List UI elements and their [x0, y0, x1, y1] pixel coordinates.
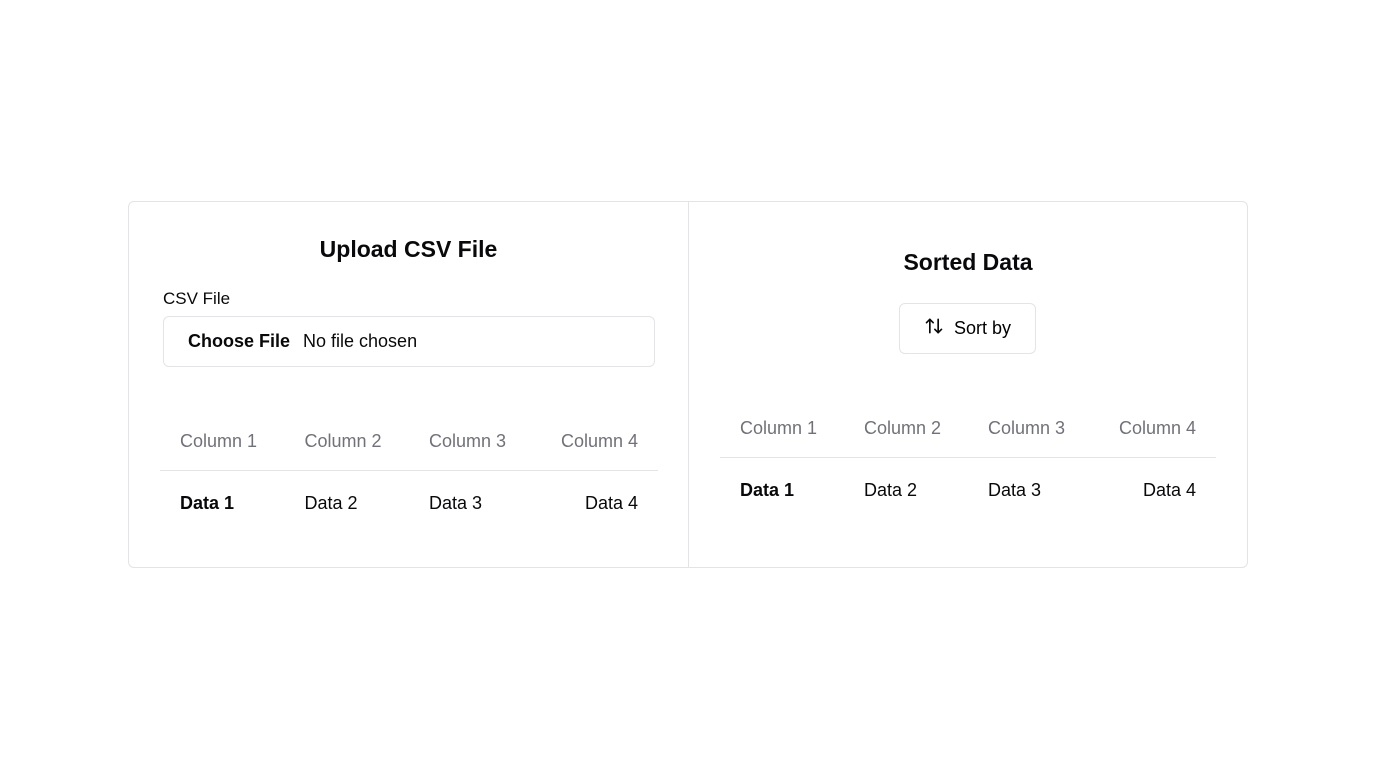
column-header: Column 4: [1092, 400, 1216, 458]
choose-file-button[interactable]: Choose File: [188, 331, 290, 352]
sort-by-label: Sort by: [953, 318, 1012, 338]
file-status-text: No file chosen: [303, 331, 418, 351]
main-card: Upload CSV File CSV File Choose File No …: [128, 201, 1248, 568]
csv-file-input[interactable]: Choose File No file chosen: [163, 316, 655, 367]
sort-by-button[interactable]: Sort by: [899, 303, 1036, 354]
table-cell: Data 1: [180, 493, 235, 514]
upload-title: Upload CSV File: [319, 236, 498, 262]
column-header: Column 3: [409, 413, 534, 471]
upload-table: Column 1 Column 2 Column 3 Column 4 Data…: [160, 413, 658, 537]
table-cell: Data 1: [740, 480, 795, 501]
column-header: Column 1: [720, 400, 844, 458]
csv-file-label: CSV File: [163, 289, 231, 308]
column-header: Column 2: [284, 413, 409, 471]
table-cell: Data 2: [304, 493, 358, 514]
arrow-up-down-icon: [924, 316, 944, 341]
table-cell: Data 4: [584, 493, 638, 514]
table-header-row: Column 1 Column 2 Column 3 Column 4: [160, 413, 658, 471]
upload-panel: Upload CSV File CSV File Choose File No …: [129, 202, 689, 567]
column-header: Column 4: [533, 413, 658, 471]
table-row: Data 1 Data 2 Data 3 Data 4: [720, 457, 1216, 524]
table-row: Data 1 Data 2 Data 3 Data 4: [160, 470, 658, 537]
table-cell: Data 3: [988, 480, 1042, 501]
table-cell: Data 2: [864, 480, 918, 501]
table-cell: Data 4: [1142, 480, 1196, 501]
column-header: Column 2: [844, 400, 968, 458]
sorted-table: Column 1 Column 2 Column 3 Column 4 Data…: [720, 400, 1216, 524]
sorted-title: Sorted Data: [903, 249, 1033, 275]
column-header: Column 1: [160, 413, 285, 471]
table-header-row: Column 1 Column 2 Column 3 Column 4: [720, 400, 1216, 458]
column-header: Column 3: [968, 400, 1092, 458]
table-cell: Data 3: [429, 493, 483, 514]
sorted-panel: Sorted Data Sort by Column 1 Column 2 Co…: [689, 202, 1247, 567]
